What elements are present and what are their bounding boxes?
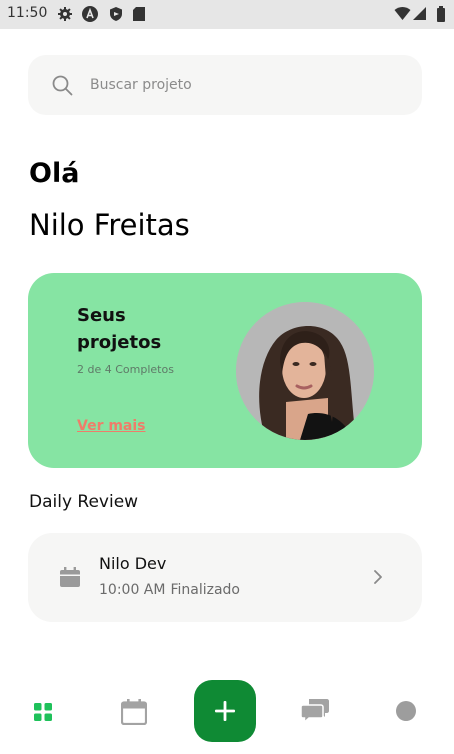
search-input[interactable]: [90, 55, 400, 115]
profile-icon[interactable]: [396, 701, 416, 721]
shield-icon: [110, 7, 122, 21]
sd-card-icon: [133, 7, 145, 21]
projects-card: Seus projetos 2 de 4 Completos Ver mais: [28, 273, 422, 468]
review-item-time: 10:00 AM: [99, 582, 166, 598]
review-item-title: Nilo Dev: [99, 554, 167, 573]
user-name: Nilo Freitas: [29, 208, 190, 242]
review-item-status: Finalizado: [170, 582, 240, 598]
projects-progress: 2 de 4 Completos: [77, 363, 174, 376]
avatar: [236, 302, 374, 440]
gear-icon: [58, 7, 72, 21]
greeting-title: Olá: [29, 158, 80, 189]
daily-review-item[interactable]: Nilo Dev 10:00 AM Finalizado: [28, 533, 422, 622]
review-item-meta: 10:00 AM Finalizado: [99, 582, 240, 598]
chat-icon[interactable]: [301, 699, 329, 724]
signal-icon: [413, 7, 426, 20]
chevron-right-icon: [374, 570, 382, 584]
android-auto-icon: [82, 6, 98, 22]
search-bar[interactable]: [28, 55, 422, 115]
home-grid-icon[interactable]: [34, 703, 52, 721]
battery-icon: [437, 6, 445, 22]
status-bar: 11:50: [0, 0, 454, 29]
search-icon: [52, 75, 73, 96]
plus-icon: [215, 701, 235, 721]
status-time: 11:50: [7, 5, 48, 21]
daily-review-title: Daily Review: [29, 492, 139, 512]
projects-card-title: Seus projetos: [77, 305, 162, 353]
bottom-nav: [0, 670, 454, 754]
add-button[interactable]: [194, 680, 256, 742]
calendar-icon: [60, 567, 80, 587]
avatar-portrait-image: [236, 302, 374, 440]
see-more-link[interactable]: Ver mais: [77, 418, 146, 434]
wifi-icon: [394, 7, 411, 20]
calendar-icon[interactable]: [121, 699, 147, 725]
